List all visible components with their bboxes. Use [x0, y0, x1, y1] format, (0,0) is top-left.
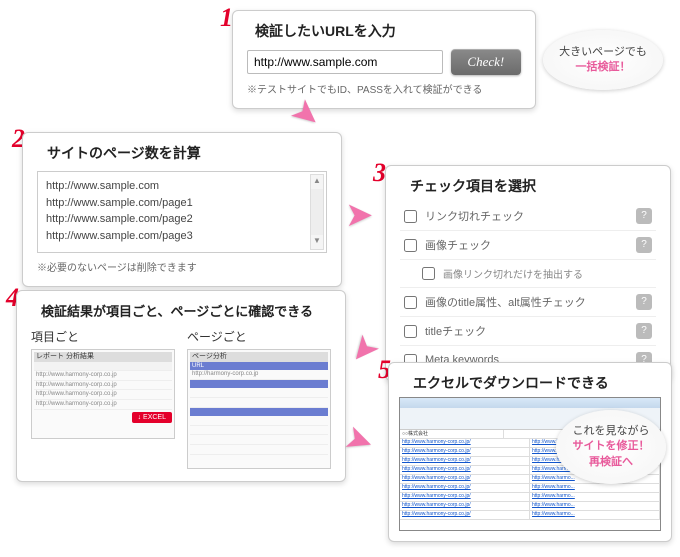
check-row: リンク切れチェック ? [400, 202, 656, 231]
scrollbar[interactable]: ▲ ▼ [310, 174, 324, 250]
checkbox[interactable] [404, 325, 417, 338]
help-icon[interactable]: ? [636, 323, 652, 339]
url-input[interactable] [247, 50, 443, 74]
excel-export-button[interactable]: ↓ EXCEL [132, 412, 172, 424]
step-1-title: 検証したいURLを入力 [255, 21, 521, 41]
step-1-panel: 検証したいURLを入力 Check! ※テストサイトでもID、PASSを入れて検… [232, 10, 536, 109]
check-label: 画像のtitle属性、alt属性チェック [425, 294, 586, 310]
check-list: リンク切れチェック ? 画像チェック ? 画像リンク切れだけを抽出する 画像のt… [400, 202, 656, 374]
check-row: 画像チェック ? [400, 231, 656, 260]
arrow-2-3: ➤ [345, 195, 374, 235]
col-1-label: 項目ごと [31, 328, 175, 345]
bubble-2: これを見ながら サイトを修正！ 再検証へ [556, 410, 666, 484]
step-4-title: 検証結果が項目ごと、ページごとに確認できる [41, 301, 331, 320]
col-item: 項目ごと レポート 分析結果 http://www.harmony-corp.c… [31, 328, 175, 469]
list-item: http://www.sample.com [46, 178, 318, 195]
list-item: http://www.sample.com/page1 [46, 195, 318, 212]
checkbox[interactable] [404, 296, 417, 309]
check-row: titleチェック ? [400, 317, 656, 346]
help-icon[interactable]: ? [636, 237, 652, 253]
url-list[interactable]: http://www.sample.com http://www.sample.… [37, 171, 327, 253]
check-row: 画像のtitle属性、alt属性チェック ? [400, 288, 656, 317]
check-label: titleチェック [425, 323, 486, 339]
bubble-2-line1: これを見ながら [573, 424, 650, 439]
step-3-panel: チェック項目を選択 リンク切れチェック ? 画像チェック ? 画像リンク切れだけ… [385, 165, 671, 381]
step-3-title: チェック項目を選択 [410, 176, 656, 196]
step-4-columns: 項目ごと レポート 分析結果 http://www.harmony-corp.c… [31, 328, 331, 469]
step-1-note: ※テストサイトでもID、PASSを入れて検証ができる [247, 81, 521, 96]
excel-titlebar [400, 398, 660, 408]
scroll-up-icon[interactable]: ▲ [311, 175, 323, 189]
report-thumbnail: レポート 分析結果 http://www.harmony-corp.co.jp … [31, 349, 175, 439]
page-thumbnail: ページ分析 URL http://harmony-corp.co.jp [187, 349, 331, 469]
thumb-header: レポート 分析結果 [34, 352, 172, 362]
check-row-sub: 画像リンク切れだけを抽出する [400, 260, 656, 288]
col-page: ページごと ページ分析 URL http://harmony-corp.co.j… [187, 328, 331, 469]
check-label: 画像リンク切れだけを抽出する [443, 266, 583, 281]
step-5-title: エクセルでダウンロードできる [413, 373, 657, 393]
bubble-1-line1: 大きいページでも [559, 45, 647, 60]
check-label: 画像チェック [425, 237, 491, 253]
check-button[interactable]: Check! [451, 49, 521, 75]
help-icon[interactable]: ? [636, 294, 652, 310]
step-2-title: サイトのページ数を計算 [47, 143, 327, 163]
step-2-panel: サイトのページ数を計算 http://www.sample.com http:/… [22, 132, 342, 287]
checkbox[interactable] [404, 210, 417, 223]
checkbox[interactable] [422, 267, 435, 280]
bubble-2-line3: 再検証へ [573, 455, 650, 470]
bubble-1: 大きいページでも 一括検証！ [543, 30, 663, 90]
checkbox[interactable] [404, 239, 417, 252]
thumb-header: ページ分析 [190, 352, 328, 362]
step-1-input-row: Check! [247, 49, 521, 75]
list-item: http://www.sample.com/page2 [46, 211, 318, 228]
bubble-2-line2: サイトを修正！ [573, 439, 650, 454]
step-4-panel: 検証結果が項目ごと、ページごとに確認できる 項目ごと レポート 分析結果 htt… [16, 290, 346, 482]
col-2-label: ページごと [187, 328, 331, 345]
step-2-note: ※必要のないページは削除できます [37, 259, 327, 274]
list-item: http://www.sample.com/page3 [46, 228, 318, 245]
check-label: リンク切れチェック [425, 208, 524, 224]
help-icon[interactable]: ? [636, 208, 652, 224]
scroll-down-icon[interactable]: ▼ [311, 235, 323, 249]
bubble-1-line2: 一括検証！ [559, 60, 647, 75]
